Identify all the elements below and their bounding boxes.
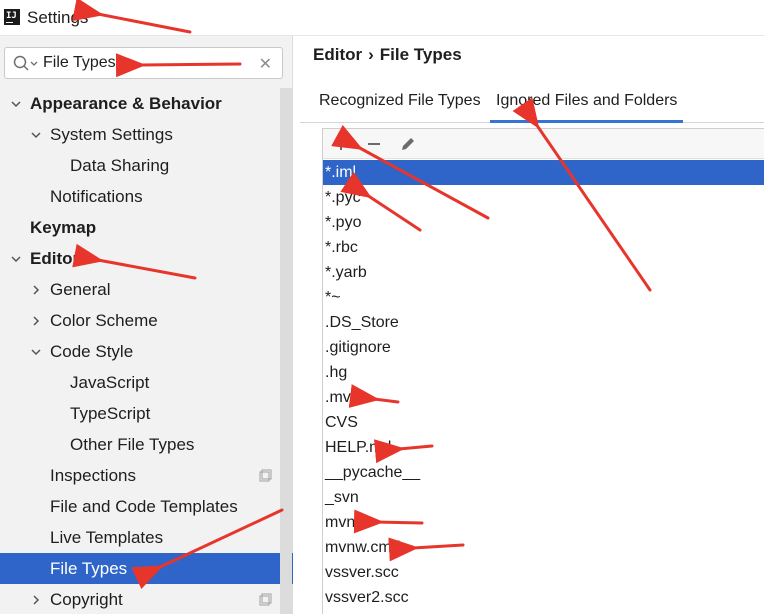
sidebar-item-color-scheme[interactable]: Color Scheme [0,305,293,336]
list-item[interactable]: _svn [323,485,764,510]
search-icon[interactable] [12,54,38,74]
sidebar-item-data-sharing[interactable]: Data Sharing [0,150,293,181]
sidebar-item-label: General [50,280,111,299]
search-input[interactable]: File Types [43,54,116,72]
sidebar-item-general[interactable]: General [0,274,293,305]
ignored-files-panel: *.iml *.pyc *.pyo *.rbc *.yarb *~ .DS_Store .gi… [322,128,764,614]
sidebar-item-inspections[interactable]: Inspections [0,460,293,491]
tab-recognized-file-types[interactable]: Recognized File Types [313,88,487,123]
settings-search-box[interactable]: File Types ✕ [4,47,283,79]
sidebar-item-label: Appearance & Behavior [30,94,222,113]
sidebar-item-notifications[interactable]: Notifications [0,181,293,212]
list-item[interactable]: *.yarb [323,260,764,285]
sidebar-item-file-and-code-templates[interactable]: File and Code Templates [0,491,293,522]
sidebar-item-system-settings[interactable]: System Settings [0,119,293,150]
sidebar-item-javascript[interactable]: JavaScript [0,367,293,398]
sidebar-item-label: Copyright [50,590,123,609]
chevron-down-icon[interactable] [11,99,21,109]
sidebar-item-typescript[interactable]: TypeScript [0,398,293,429]
file-types-tabs: Recognized File Types Ignored Files and … [300,88,764,123]
window-title: Settings [27,8,89,27]
breadcrumb-separator: › [368,45,374,64]
sidebar-item-label: File Types [50,559,128,578]
list-item[interactable]: __pycache__ [323,460,764,485]
chevron-right-icon[interactable] [31,316,41,326]
sidebar-item-label: File and Code Templates [50,497,238,516]
project-scope-icon [259,469,272,482]
sidebar-item-label: Other File Types [70,435,195,454]
list-item[interactable]: HELP.md [323,435,764,460]
list-item[interactable]: *.iml [323,160,764,185]
list-item[interactable]: .mvn [323,385,764,410]
list-item[interactable]: mvnw [323,510,764,535]
breadcrumb-current: File Types [379,45,462,64]
sidebar-item-label: TypeScript [70,404,151,423]
list-item[interactable]: vssver2.scc [323,585,764,610]
intellij-app-icon: IJ [4,9,20,25]
sidebar-item-label: System Settings [50,125,173,144]
list-item[interactable]: *.pyc [323,185,764,210]
sidebar-item-label: Inspections [50,466,136,485]
sidebar-item-keymap[interactable]: Keymap [0,212,293,243]
clear-search-icon[interactable]: ✕ [259,54,272,74]
title-bar: IJ Settings [0,0,764,36]
sidebar-item-copyright[interactable]: Copyright [0,584,293,614]
sidebar-item-file-types[interactable]: File Types [0,553,293,584]
chevron-down-icon[interactable] [11,254,21,264]
plus-icon[interactable] [332,135,350,153]
tab-ignored-files-and-folders[interactable]: Ignored Files and Folders [490,88,684,123]
chevron-down-icon[interactable] [31,130,41,140]
list-item[interactable]: *.rbc [323,235,764,260]
sidebar-item-label: Color Scheme [50,311,158,330]
list-item[interactable]: mvnw.cmd [323,535,764,560]
settings-sidebar: File Types ✕ Appearance & Behavior System… [0,36,293,614]
minus-icon[interactable] [365,135,383,153]
list-item[interactable]: .gitignore [323,335,764,360]
sidebar-item-label: Keymap [30,218,97,237]
sidebar-item-label: JavaScript [70,373,150,392]
sidebar-item-code-style[interactable]: Code Style [0,336,293,367]
sidebar-item-label: Live Templates [50,528,164,547]
project-scope-icon [259,593,272,606]
list-item[interactable]: .DS_Store [323,310,764,335]
sidebar-item-live-templates[interactable]: Live Templates [0,522,293,553]
sidebar-item-label: Code Style [50,342,134,361]
sidebar-item-appearance-behavior[interactable]: Appearance & Behavior [0,88,293,119]
list-item[interactable]: *.pyo [323,210,764,235]
chevron-down-icon[interactable] [31,347,41,357]
list-item[interactable]: vssver.scc [323,560,764,585]
chevron-right-icon[interactable] [31,285,41,295]
list-toolbar [323,129,764,159]
breadcrumb-parent[interactable]: Editor [313,45,362,64]
list-item[interactable]: .hg [323,360,764,385]
sidebar-item-other-file-types[interactable]: Other File Types [0,429,293,460]
sidebar-item-editor[interactable]: Editor [0,243,293,274]
app-icon-text: IJ [6,11,17,21]
sidebar-item-label: Editor [30,249,80,268]
pencil-icon[interactable] [399,135,417,153]
sidebar-item-label: Notifications [50,187,143,206]
list-item[interactable]: *~ [323,285,764,310]
breadcrumb: Editor › File Types [313,45,462,65]
list-item[interactable]: CVS [323,410,764,435]
sidebar-scrollbar[interactable] [280,88,292,614]
chevron-right-icon[interactable] [31,595,41,605]
sidebar-item-label: Data Sharing [70,156,170,175]
